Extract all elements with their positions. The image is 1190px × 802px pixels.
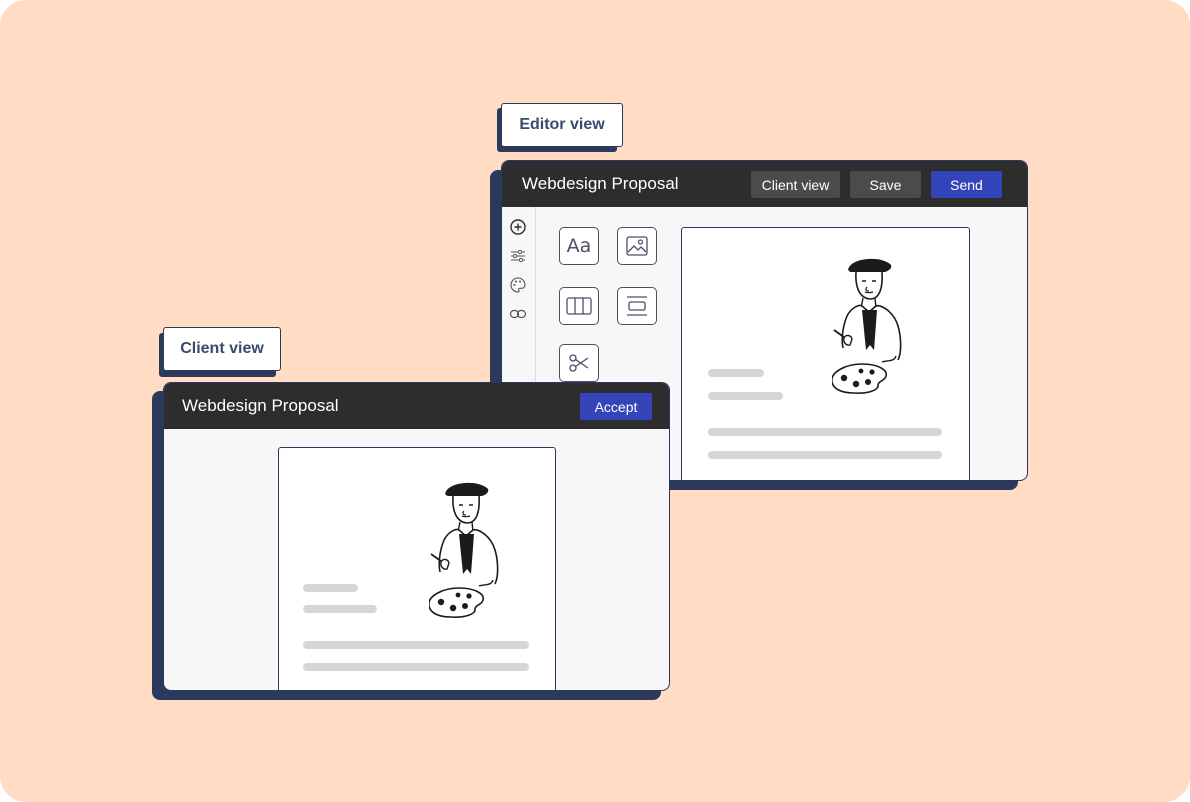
scissors-tool[interactable] xyxy=(559,344,599,382)
editor-title: Webdesign Proposal xyxy=(522,174,679,193)
add-icon[interactable] xyxy=(509,218,527,236)
text-placeholder-line xyxy=(303,641,529,649)
painter-illustration xyxy=(429,482,499,618)
accept-button[interactable]: Accept xyxy=(580,393,652,420)
client-view-tag-label: Client view xyxy=(180,340,264,357)
text-placeholder-line xyxy=(303,663,529,671)
scissors-tool-icon xyxy=(569,354,589,372)
editor-view-tag: Editor view xyxy=(501,103,623,147)
text-placeholder-line xyxy=(708,369,764,377)
editor-titlebar: Webdesign Proposal Client view Save Send xyxy=(502,161,1027,207)
canvas: Editor view Webdesign Proposal Client vi… xyxy=(0,0,1190,802)
text-placeholder-line xyxy=(303,605,377,613)
link-icon[interactable] xyxy=(509,305,527,323)
text-placeholder-line xyxy=(303,584,358,592)
text-placeholder-line xyxy=(708,428,942,436)
columns-tool[interactable] xyxy=(559,287,599,325)
text-tool-icon: Aa xyxy=(566,235,592,257)
client-document-page xyxy=(278,447,556,690)
painter-illustration xyxy=(832,258,902,394)
layout-tool-icon xyxy=(627,296,647,316)
client-title: Webdesign Proposal xyxy=(182,396,339,415)
text-placeholder-line xyxy=(708,392,783,400)
sliders-icon[interactable] xyxy=(509,247,527,265)
editor-view-tag-label: Editor view xyxy=(519,116,605,133)
image-tool[interactable] xyxy=(617,227,657,265)
client-window: Webdesign Proposal Accept xyxy=(163,382,670,691)
layout-tool[interactable] xyxy=(617,287,657,325)
text-placeholder-line xyxy=(708,451,942,459)
client-view-tag: Client view xyxy=(163,327,281,371)
send-button[interactable]: Send xyxy=(931,171,1002,198)
text-tool[interactable]: Aa xyxy=(559,227,599,265)
save-button[interactable]: Save xyxy=(850,171,921,198)
client-titlebar: Webdesign Proposal Accept xyxy=(164,383,669,429)
client-view-button[interactable]: Client view xyxy=(751,171,840,198)
editor-document-page xyxy=(681,227,970,480)
image-tool-icon xyxy=(626,236,648,256)
palette-icon[interactable] xyxy=(509,276,527,294)
columns-tool-icon xyxy=(566,297,592,315)
